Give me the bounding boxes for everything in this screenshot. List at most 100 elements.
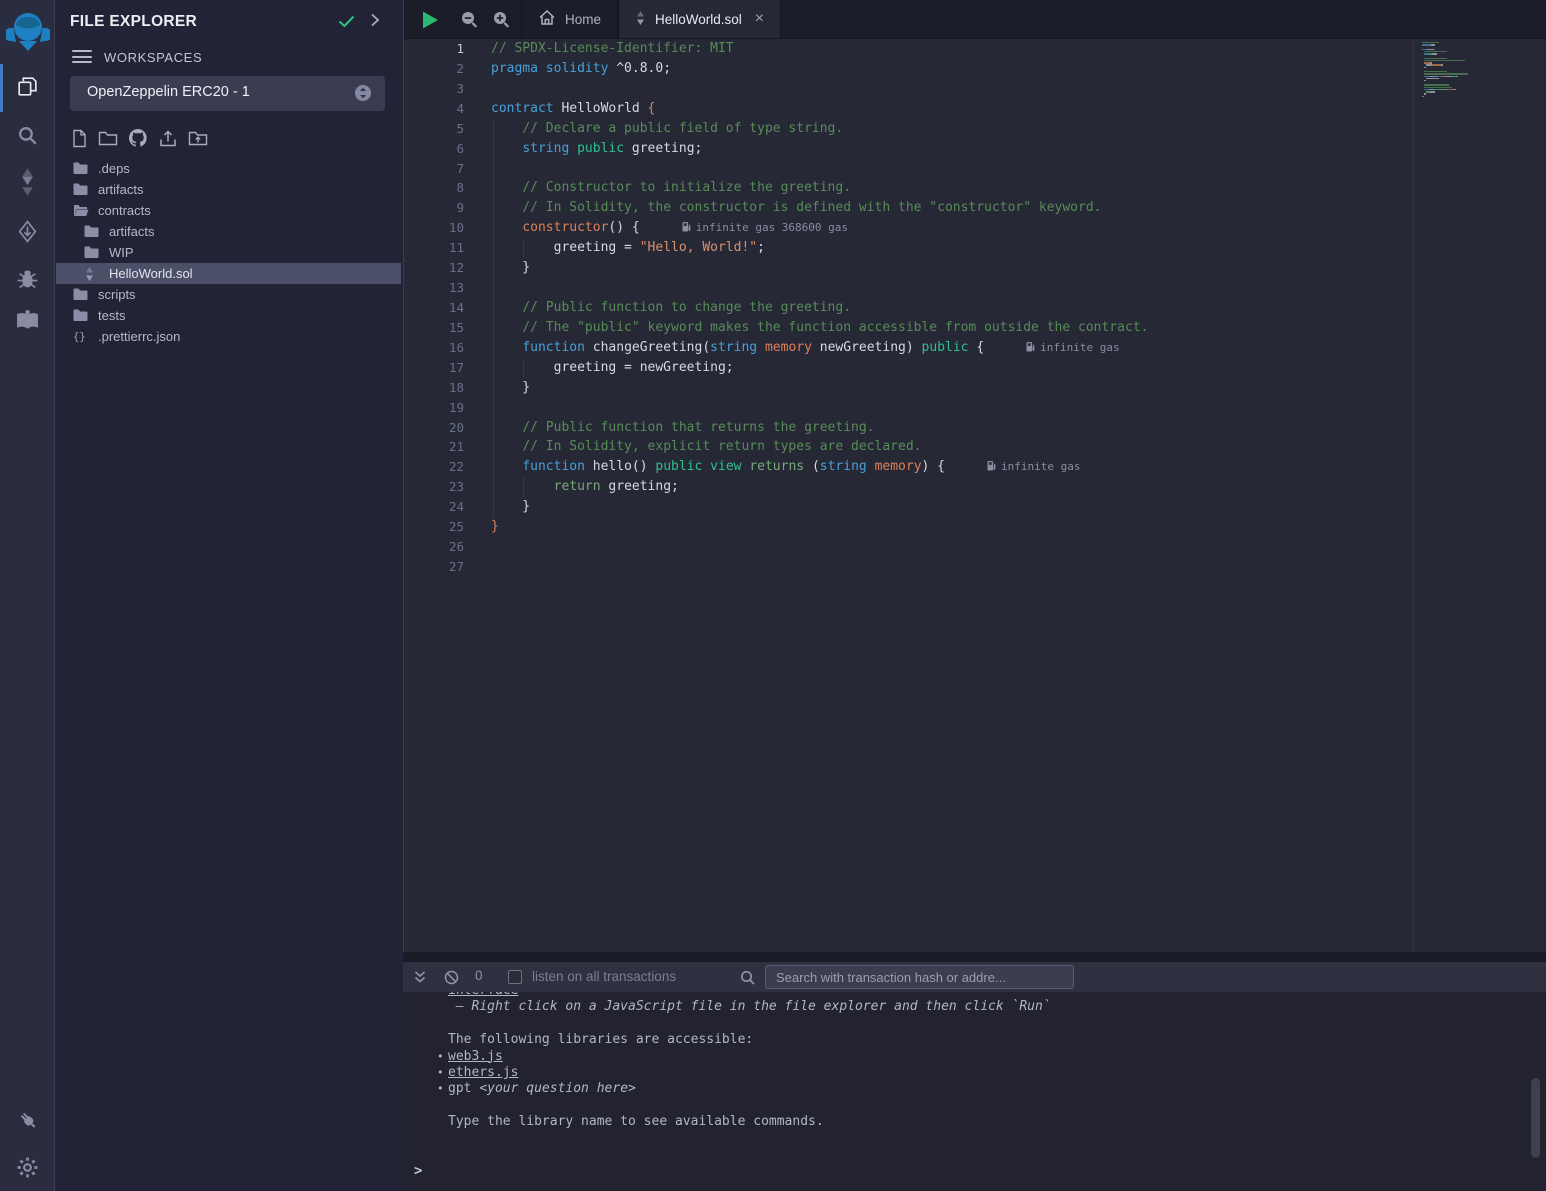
- code-line[interactable]: 1// SPDX-License-Identifier: MIT: [404, 39, 1546, 59]
- zoom-in-icon[interactable]: [493, 11, 510, 33]
- new-file-icon[interactable]: [71, 129, 88, 148]
- code-line[interactable]: 15 // The "public" keyword makes the fun…: [404, 318, 1546, 338]
- new-folder-icon[interactable]: [98, 129, 118, 147]
- code-line[interactable]: 24 }: [404, 497, 1546, 517]
- plugin-manager-icon[interactable]: [0, 1108, 55, 1133]
- learneth-icon[interactable]: [0, 310, 55, 331]
- code-line[interactable]: 8 // Constructor to initialize the greet…: [404, 178, 1546, 198]
- hamburger-menu-icon[interactable]: [72, 50, 92, 67]
- line-number: 7: [404, 159, 464, 179]
- line-number: 9: [404, 198, 464, 218]
- tree-item-contracts[interactable]: contracts: [56, 200, 401, 221]
- line-number: 17: [404, 358, 464, 378]
- tree-item-label: tests: [98, 308, 125, 323]
- code-line[interactable]: 27: [404, 557, 1546, 577]
- folder-icon: [73, 309, 90, 322]
- remix-logo: [0, 8, 55, 54]
- code-line[interactable]: 22 function hello() public view returns …: [404, 457, 1546, 477]
- line-number: 5: [404, 119, 464, 139]
- line-number: 21: [404, 437, 464, 457]
- terminal-resize-handle[interactable]: [403, 952, 1546, 962]
- folder-icon: [73, 183, 90, 196]
- workspace-select[interactable]: OpenZeppelin ERC20 - 1: [70, 76, 385, 111]
- code-line[interactable]: 20 // Public function that returns the g…: [404, 418, 1546, 438]
- github-clone-icon[interactable]: [128, 128, 148, 148]
- code-line[interactable]: 7: [404, 159, 1546, 179]
- line-number: 26: [404, 537, 464, 557]
- terminal-link[interactable]: web3.js: [448, 1049, 503, 1064]
- tab-label: HelloWorld.sol: [655, 12, 742, 27]
- debugger-icon[interactable]: [0, 268, 55, 289]
- workspace-switch-icon[interactable]: [354, 84, 372, 107]
- home-icon: [538, 9, 556, 29]
- code-line[interactable]: 26: [404, 537, 1546, 557]
- code-editor[interactable]: 1// SPDX-License-Identifier: MIT2pragma …: [404, 39, 1546, 952]
- upload-file-icon[interactable]: [158, 129, 178, 148]
- gas-estimate-badge: infinite gas 368600 gas: [682, 221, 848, 234]
- terminal-link[interactable]: interface: [448, 992, 518, 998]
- code-line[interactable]: 12 }: [404, 258, 1546, 278]
- line-number: 13: [404, 278, 464, 298]
- tab-Home[interactable]: Home: [521, 0, 618, 38]
- code-line[interactable]: 4contract HelloWorld {: [404, 99, 1546, 119]
- tree-item-label: WIP: [109, 245, 134, 260]
- upload-folder-icon[interactable]: [188, 129, 208, 147]
- code-line[interactable]: 18 }: [404, 378, 1546, 398]
- terminal-line: – Right click on a JavaScript file in th…: [448, 999, 1546, 1015]
- transaction-count: 0: [475, 968, 483, 983]
- expand-terminal-icon[interactable]: [413, 970, 427, 989]
- code-line[interactable]: 23 return greeting;: [404, 477, 1546, 497]
- workspace-selected-value: OpenZeppelin ERC20 - 1: [87, 84, 250, 100]
- tree-item-WIP[interactable]: WIP: [56, 242, 401, 263]
- terminal-scrollbar[interactable]: [1531, 1078, 1540, 1158]
- code-line[interactable]: 25}: [404, 517, 1546, 537]
- settings-icon[interactable]: [0, 1156, 55, 1179]
- terminal-search-input[interactable]: [765, 965, 1074, 989]
- tab-HelloWorld.sol[interactable]: HelloWorld.sol ×: [618, 0, 781, 38]
- zoom-out-icon[interactable]: [461, 11, 478, 33]
- search-icon[interactable]: [0, 124, 55, 147]
- terminal-line: Type the library name to see available c…: [448, 1114, 1546, 1130]
- tree-item-.prettierrc.json[interactable]: {}.prettierrc.json: [56, 326, 401, 347]
- deploy-run-icon[interactable]: [0, 220, 55, 243]
- chevron-right-icon[interactable]: [370, 13, 380, 32]
- folder-icon: [84, 246, 101, 259]
- terminal-prompt[interactable]: >: [414, 1163, 422, 1179]
- gas-estimate-badge: infinite gas: [987, 460, 1080, 473]
- tree-item-HelloWorld.sol[interactable]: HelloWorld.sol: [56, 263, 401, 284]
- code-line[interactable]: 5 // Declare a public field of type stri…: [404, 119, 1546, 139]
- tree-item-label: .deps: [98, 161, 130, 176]
- run-script-button[interactable]: [421, 10, 440, 35]
- code-line[interactable]: 13: [404, 278, 1546, 298]
- code-line[interactable]: 9 // In Solidity, the constructor is def…: [404, 198, 1546, 218]
- tree-item-tests[interactable]: tests: [56, 305, 401, 326]
- tree-item-artifacts[interactable]: artifacts: [56, 221, 401, 242]
- terminal-link[interactable]: ethers.js: [448, 1065, 518, 1080]
- file-explorer-icon[interactable]: [0, 74, 55, 99]
- code-line[interactable]: 2pragma solidity ^0.8.0;: [404, 59, 1546, 79]
- listen-checkbox[interactable]: [508, 970, 522, 984]
- code-line[interactable]: 3: [404, 79, 1546, 99]
- code-line[interactable]: 10 constructor() {infinite gas 368600 ga…: [404, 218, 1546, 238]
- tree-item-.deps[interactable]: .deps: [56, 158, 401, 179]
- code-line[interactable]: 19: [404, 398, 1546, 418]
- code-line[interactable]: 17 greeting = newGreeting;: [404, 358, 1546, 378]
- check-icon[interactable]: [338, 15, 355, 33]
- code-line[interactable]: 16 function changeGreeting(string memory…: [404, 338, 1546, 358]
- tree-item-scripts[interactable]: scripts: [56, 284, 401, 305]
- code-line[interactable]: 6 string public greeting;: [404, 139, 1546, 159]
- clear-console-icon[interactable]: [444, 970, 459, 990]
- line-number: 16: [404, 338, 464, 358]
- tree-item-artifacts[interactable]: artifacts: [56, 179, 401, 200]
- close-tab-icon[interactable]: ×: [755, 11, 764, 27]
- panel-title: FILE EXPLORER: [70, 13, 197, 31]
- terminal-line: •ethers.js: [437, 1065, 1546, 1081]
- code-line[interactable]: 14 // Public function to change the gree…: [404, 298, 1546, 318]
- solidity-compiler-icon[interactable]: [0, 168, 55, 196]
- tree-item-label: contracts: [98, 203, 151, 218]
- indent-guide: [523, 477, 524, 497]
- editor-minimap[interactable]: [1413, 39, 1534, 952]
- indent-guide: [523, 358, 524, 378]
- code-line[interactable]: 21 // In Solidity, explicit return types…: [404, 437, 1546, 457]
- code-line[interactable]: 11 greeting = "Hello, World!";: [404, 238, 1546, 258]
